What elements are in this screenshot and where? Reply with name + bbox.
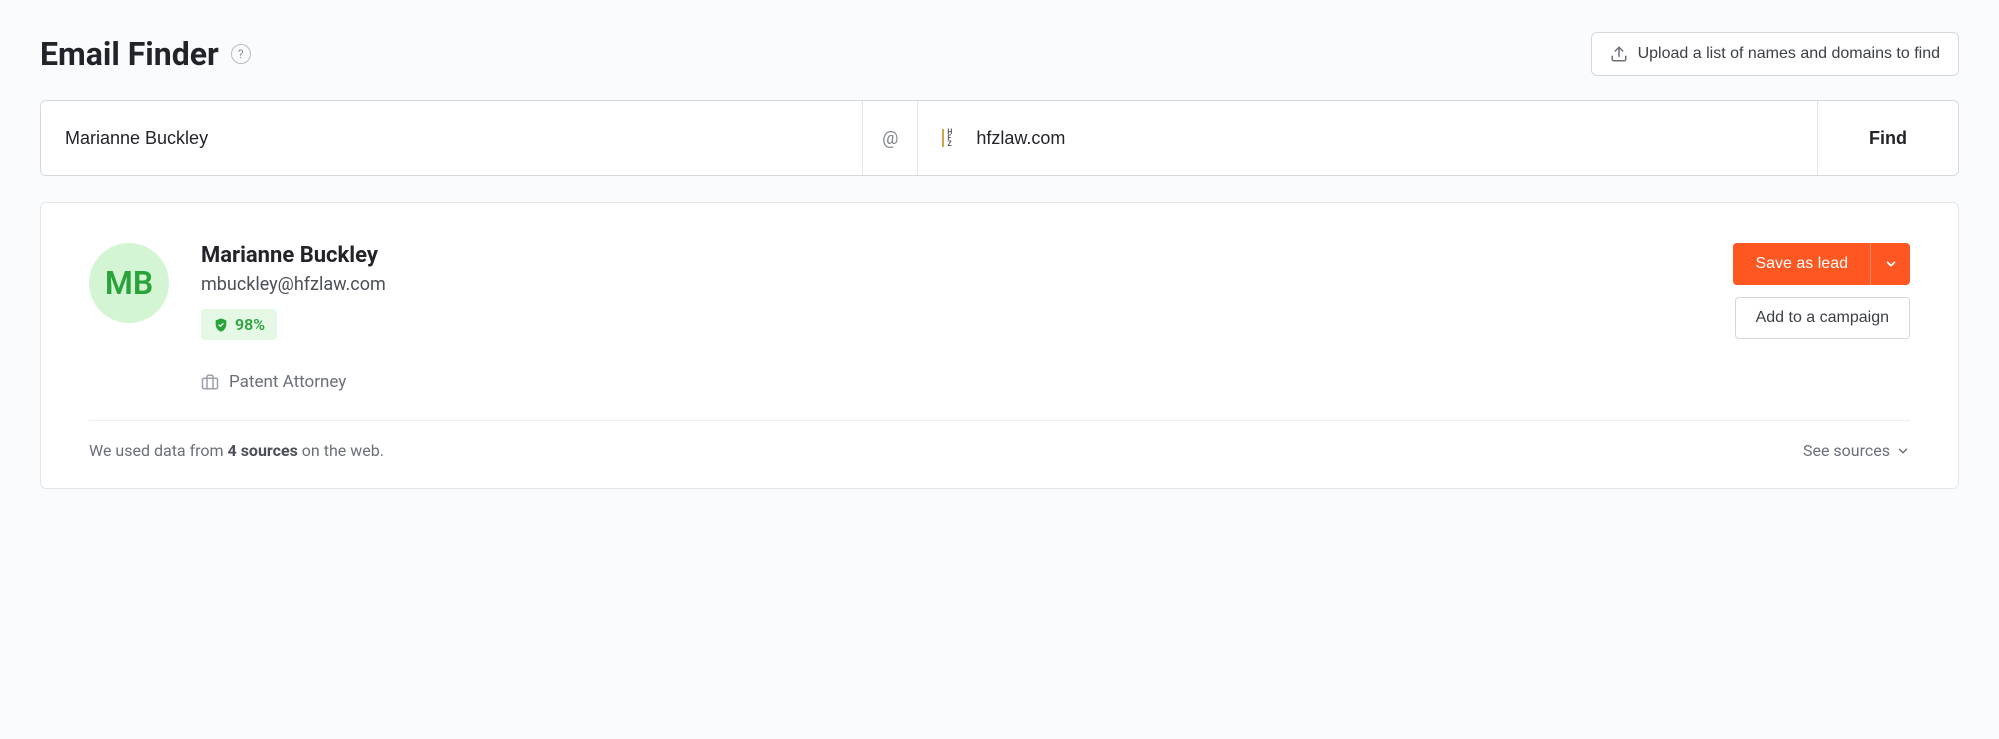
at-separator: @ [862,101,918,175]
action-column: Save as lead Add to a campaign [1733,243,1910,339]
sources-prefix: We used data from [89,441,228,460]
chevron-down-icon [1896,444,1910,458]
save-lead-button[interactable]: Save as lead [1733,243,1870,285]
result-card: MB Marianne Buckley mbuckley@hfzlaw.com … [40,202,1959,489]
page-title: Email Finder [40,35,219,73]
name-input[interactable] [41,101,862,175]
job-title: Patent Attorney [229,372,346,392]
person-name: Marianne Buckley [201,243,1701,268]
briefcase-icon [201,373,219,391]
upload-list-button[interactable]: Upload a list of names and domains to fi… [1591,32,1959,76]
divider [89,420,1910,421]
domain-input[interactable] [976,128,1793,149]
job-row: Patent Attorney [201,372,1701,392]
help-icon[interactable]: ? [231,44,251,64]
shield-check-icon [213,317,229,333]
domain-box: HFZ [918,101,1818,175]
sources-count: 4 sources [228,441,298,460]
person-info: Marianne Buckley mbuckley@hfzlaw.com 98% [201,243,1701,392]
avatar: MB [89,243,169,323]
result-top-row: MB Marianne Buckley mbuckley@hfzlaw.com … [89,243,1910,392]
see-sources-label: See sources [1803,441,1890,460]
add-campaign-button[interactable]: Add to a campaign [1735,297,1910,339]
upload-icon [1610,45,1628,63]
title-group: Email Finder ? [40,35,251,73]
footer-row: We used data from 4 sources on the web. … [89,441,1910,460]
chevron-down-icon [1884,257,1898,271]
find-button[interactable]: Find [1818,101,1958,175]
confidence-value: 98% [235,315,265,334]
upload-list-label: Upload a list of names and domains to fi… [1638,45,1940,63]
sources-suffix: on the web. [298,441,384,460]
confidence-badge: 98% [201,309,277,340]
sources-text: We used data from 4 sources on the web. [89,441,384,460]
person-email: mbuckley@hfzlaw.com [201,274,1701,295]
see-sources-button[interactable]: See sources [1803,441,1910,460]
save-lead-dropdown-button[interactable] [1870,243,1910,285]
header-row: Email Finder ? Upload a list of names an… [40,32,1959,76]
save-lead-group: Save as lead [1733,243,1910,285]
domain-favicon-icon: HFZ [942,129,960,147]
search-bar: @ HFZ Find [40,100,1959,176]
